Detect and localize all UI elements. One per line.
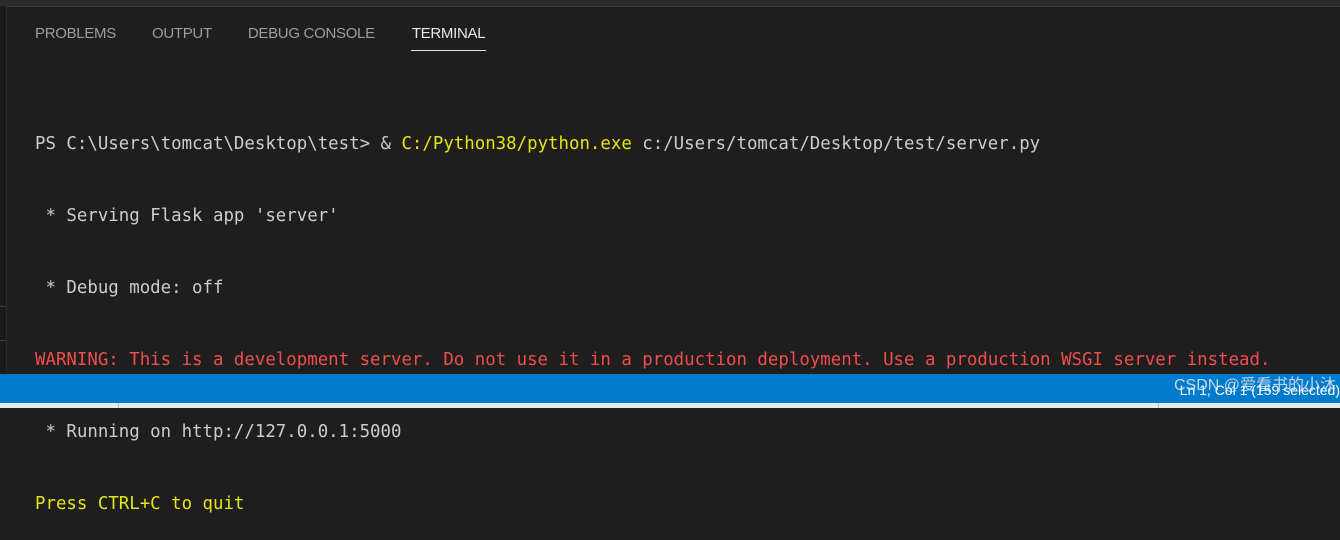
strip-divider	[1158, 403, 1159, 408]
tab-terminal[interactable]: TERMINAL	[410, 24, 487, 51]
terminal-command-exe: C:/Python38/python.exe	[401, 134, 632, 154]
tab-debug-console[interactable]: DEBUG CONSOLE	[248, 24, 375, 50]
terminal-warning-line: WARNING: This is a development server. D…	[35, 350, 1271, 370]
terminal-running-line: * Running on http://127.0.0.1:5000	[35, 422, 402, 442]
panel-top-border	[0, 0, 1340, 7]
terminal-command-line: PS C:\Users\tomcat\Desktop\test> & C:/Py…	[35, 132, 1335, 156]
status-bar: Ln 1, Col 1 (159 selected) CSDN @爱看书的小沐	[0, 374, 1340, 408]
strip-divider	[118, 403, 119, 408]
csdn-watermark: CSDN @爱看书的小沐	[1173, 377, 1336, 394]
left-gutter	[0, 6, 7, 374]
terminal-quit-line: Press CTRL+C to quit	[35, 494, 245, 514]
status-bottom-strip	[0, 403, 1340, 408]
terminal-debug-line: * Debug mode: off	[35, 278, 224, 298]
terminal-command-args: c:/Users/tomcat/Desktop/test/server.py	[631, 134, 1041, 154]
panel-tabs: PROBLEMS OUTPUT DEBUG CONSOLE TERMINAL	[35, 24, 522, 52]
tab-output[interactable]: OUTPUT	[152, 24, 212, 50]
terminal-serving-line: * Serving Flask app 'server'	[35, 206, 339, 226]
terminal-prompt: PS C:\Users\tomcat\Desktop\test> &	[35, 134, 402, 154]
terminal-output[interactable]: PS C:\Users\tomcat\Desktop\test> & C:/Py…	[35, 84, 1335, 540]
tab-problems[interactable]: PROBLEMS	[35, 24, 116, 50]
